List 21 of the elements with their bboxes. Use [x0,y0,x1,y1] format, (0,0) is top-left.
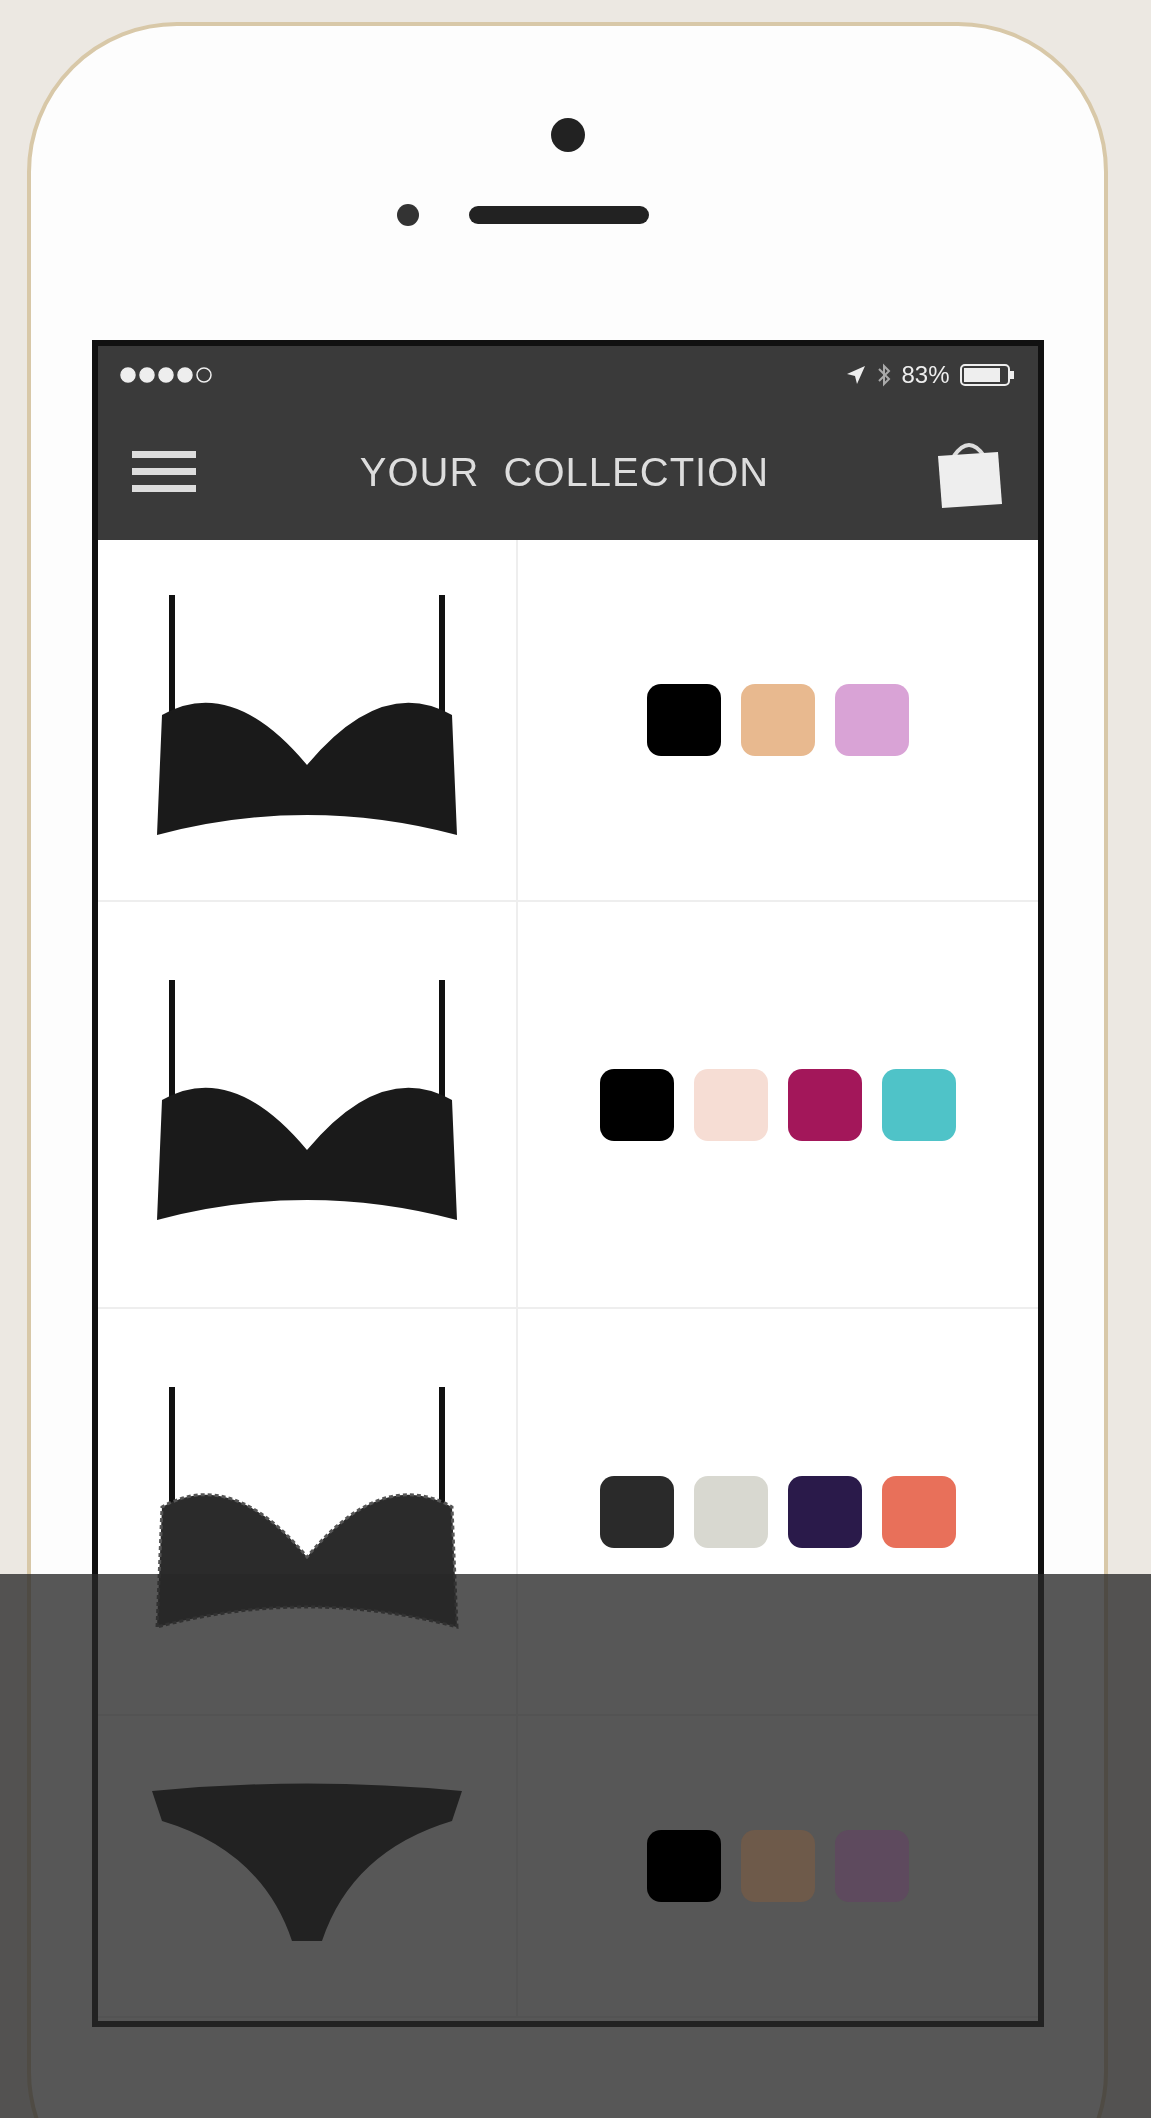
color-swatch[interactable] [787,1068,862,1141]
speaker-icon [468,206,649,224]
battery-percentage: 83% [901,361,950,389]
color-swatch[interactable] [646,1830,721,1902]
color-swatch[interactable] [881,1475,956,1548]
bluetooth-icon [877,363,892,387]
color-swatch[interactable] [740,684,815,756]
color-swatch[interactable] [599,1475,674,1548]
header-title: YOUR COLLECTION [359,449,770,495]
battery-icon [959,363,1016,387]
color-swatch[interactable] [881,1068,956,1141]
color-swatch[interactable] [787,1475,862,1548]
camera-icon [550,118,585,152]
sensor-icon [396,204,419,226]
color-swatch[interactable] [693,1475,768,1548]
color-swatch[interactable] [599,1068,674,1141]
location-icon [845,364,868,386]
color-swatch[interactable] [646,684,721,756]
color-swatch[interactable] [834,684,909,756]
color-swatch[interactable] [740,1830,815,1902]
color-swatch[interactable] [693,1068,768,1141]
